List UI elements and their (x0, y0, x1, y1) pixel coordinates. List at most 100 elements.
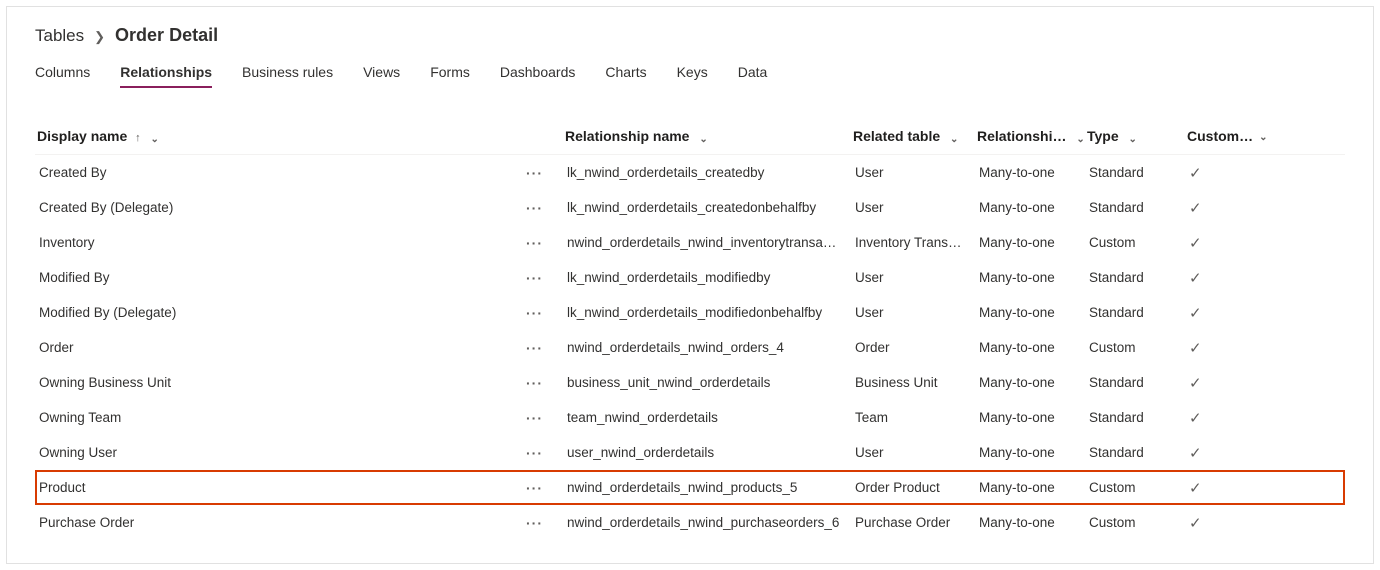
cell-type: Standard (1089, 200, 1189, 215)
table-row[interactable]: Created By···lk_nwind_orderdetails_creat… (35, 155, 1345, 190)
header-relationship-name[interactable]: Relationship name ⌄ (565, 128, 853, 144)
cell-customizable: ✓ (1189, 339, 1279, 357)
check-icon: ✓ (1189, 444, 1202, 462)
header-relationship[interactable]: Relationshi… ⌄ (977, 128, 1087, 144)
cell-relationship-type: Many-to-one (979, 480, 1089, 495)
cell-customizable: ✓ (1189, 479, 1279, 497)
cell-display-name: Inventory··· (37, 235, 567, 250)
cell-display-name: Modified By (Delegate)··· (37, 305, 567, 320)
cell-customizable: ✓ (1189, 374, 1279, 392)
chevron-down-icon[interactable]: ⌄ (151, 134, 159, 144)
check-icon: ✓ (1189, 269, 1202, 287)
cell-related-table: Order (855, 340, 979, 355)
table-row[interactable]: Owning Team···team_nwind_orderdetailsTea… (35, 400, 1345, 435)
chevron-down-icon[interactable]: ⌄ (699, 134, 707, 144)
cell-customizable: ✓ (1189, 269, 1279, 287)
cell-related-table: Order Product (855, 480, 979, 495)
table-row[interactable]: Product···nwind_orderdetails_nwind_produ… (35, 470, 1345, 505)
cell-customizable: ✓ (1189, 199, 1279, 217)
breadcrumb-leaf: Order Detail (115, 25, 218, 46)
tab-keys[interactable]: Keys (677, 64, 708, 88)
tab-charts[interactable]: Charts (605, 64, 646, 88)
cell-customizable: ✓ (1189, 409, 1279, 427)
cell-customizable: ✓ (1189, 304, 1279, 322)
check-icon: ✓ (1189, 514, 1202, 532)
more-icon[interactable]: ··· (526, 306, 561, 320)
header-type[interactable]: Type ⌄ (1087, 128, 1187, 144)
tab-views[interactable]: Views (363, 64, 400, 88)
tab-data[interactable]: Data (738, 64, 768, 88)
more-icon[interactable]: ··· (526, 341, 561, 355)
table-row[interactable]: Modified By (Delegate)···lk_nwind_orderd… (35, 295, 1345, 330)
table-row[interactable]: Owning Business Unit···business_unit_nwi… (35, 365, 1345, 400)
check-icon: ✓ (1189, 374, 1202, 392)
cell-related-table: Purchase Order (855, 515, 979, 530)
more-icon[interactable]: ··· (526, 236, 561, 250)
check-icon: ✓ (1189, 339, 1202, 357)
table-row[interactable]: Owning User···user_nwind_orderdetailsUse… (35, 435, 1345, 470)
cell-related-table: Inventory Trans… (855, 235, 979, 250)
header-customizable[interactable]: Custom… ⌄ (1187, 128, 1277, 144)
cell-relationship-type: Many-to-one (979, 375, 1089, 390)
table-row[interactable]: Inventory···nwind_orderdetails_nwind_inv… (35, 225, 1345, 260)
tab-forms[interactable]: Forms (430, 64, 470, 88)
table-row[interactable]: Modified By···lk_nwind_orderdetails_modi… (35, 260, 1345, 295)
cell-relationship-name: nwind_orderdetails_nwind_products_5 (567, 480, 855, 495)
cell-relationship-type: Many-to-one (979, 515, 1089, 530)
display-name-text: Created By (39, 165, 107, 180)
cell-display-name: Owning User ··· (37, 445, 567, 460)
tab-relationships[interactable]: Relationships (120, 64, 212, 88)
chevron-down-icon[interactable]: ⌄ (1076, 134, 1084, 144)
display-name-text: Owning Team (39, 410, 121, 425)
table-row[interactable]: Purchase Order···nwind_orderdetails_nwin… (35, 505, 1345, 540)
breadcrumb: Tables ❯ Order Detail (7, 25, 1373, 64)
cell-type: Custom (1089, 340, 1189, 355)
header-related-table[interactable]: Related table ⌄ (853, 128, 977, 144)
table-row[interactable]: Order ··· nwind_orderdetails_nwind_orders_… (35, 330, 1345, 365)
cell-related-table: User (855, 445, 979, 460)
more-icon[interactable]: ··· (526, 446, 561, 460)
header-row: Display name ↑ ⌄ Relationship name ⌄ Rel… (35, 128, 1345, 155)
cell-relationship-type: Many-to-one (979, 200, 1089, 215)
cell-customizable: ✓ (1189, 164, 1279, 182)
table-area: Display name ↑ ⌄ Relationship name ⌄ Rel… (7, 88, 1373, 540)
more-icon[interactable]: ··· (526, 201, 561, 215)
tab-business-rules[interactable]: Business rules (242, 64, 333, 88)
display-name-text: Modified By (39, 270, 110, 285)
cell-type: Standard (1089, 305, 1189, 320)
chevron-down-icon[interactable]: ⌄ (950, 134, 958, 144)
cell-related-table: User (855, 305, 979, 320)
table-row[interactable]: Created By (Delegate)···lk_nwind_orderde… (35, 190, 1345, 225)
tab-dashboards[interactable]: Dashboards (500, 64, 576, 88)
more-icon[interactable]: ··· (526, 376, 561, 390)
check-icon: ✓ (1189, 479, 1202, 497)
more-icon[interactable]: ··· (526, 516, 561, 530)
header-customizable-label: Custom… (1187, 128, 1253, 144)
cell-relationship-name: nwind_orderdetails_nwind_orders_4 (567, 340, 855, 355)
tab-columns[interactable]: Columns (35, 64, 90, 88)
cell-related-table: User (855, 165, 979, 180)
chevron-down-icon[interactable]: ⌄ (1129, 134, 1137, 144)
more-icon[interactable]: ··· (526, 166, 561, 180)
check-icon: ✓ (1189, 234, 1202, 252)
cell-display-name: Owning Team ··· (37, 410, 567, 425)
cell-type: Standard (1089, 270, 1189, 285)
display-name-text: Owning User (39, 445, 117, 460)
tabs: Columns Relationships Business rules Views F… (7, 64, 1373, 88)
cell-type: Custom (1089, 480, 1189, 495)
more-icon[interactable]: ··· (526, 481, 561, 495)
panel: Tables ❯ Order Detail Columns Relationshi… (6, 6, 1374, 564)
cell-customizable: ✓ (1189, 234, 1279, 252)
check-icon: ✓ (1189, 304, 1202, 322)
more-icon[interactable]: ··· (526, 411, 561, 425)
header-display-name[interactable]: Display name ↑ ⌄ (35, 128, 565, 144)
cell-display-name: Created By ··· (37, 165, 567, 180)
more-icon[interactable]: ··· (526, 271, 561, 285)
check-icon: ✓ (1189, 409, 1202, 427)
cell-customizable: ✓ (1189, 444, 1279, 462)
breadcrumb-root[interactable]: Tables (35, 26, 84, 46)
cell-relationship-name: nwind_orderdetails_nwind_inventorytransa… (567, 235, 855, 250)
chevron-down-icon[interactable]: ⌄ (1259, 132, 1267, 143)
cell-related-table: User (855, 270, 979, 285)
cell-display-name: Purchase Order··· (37, 515, 567, 530)
